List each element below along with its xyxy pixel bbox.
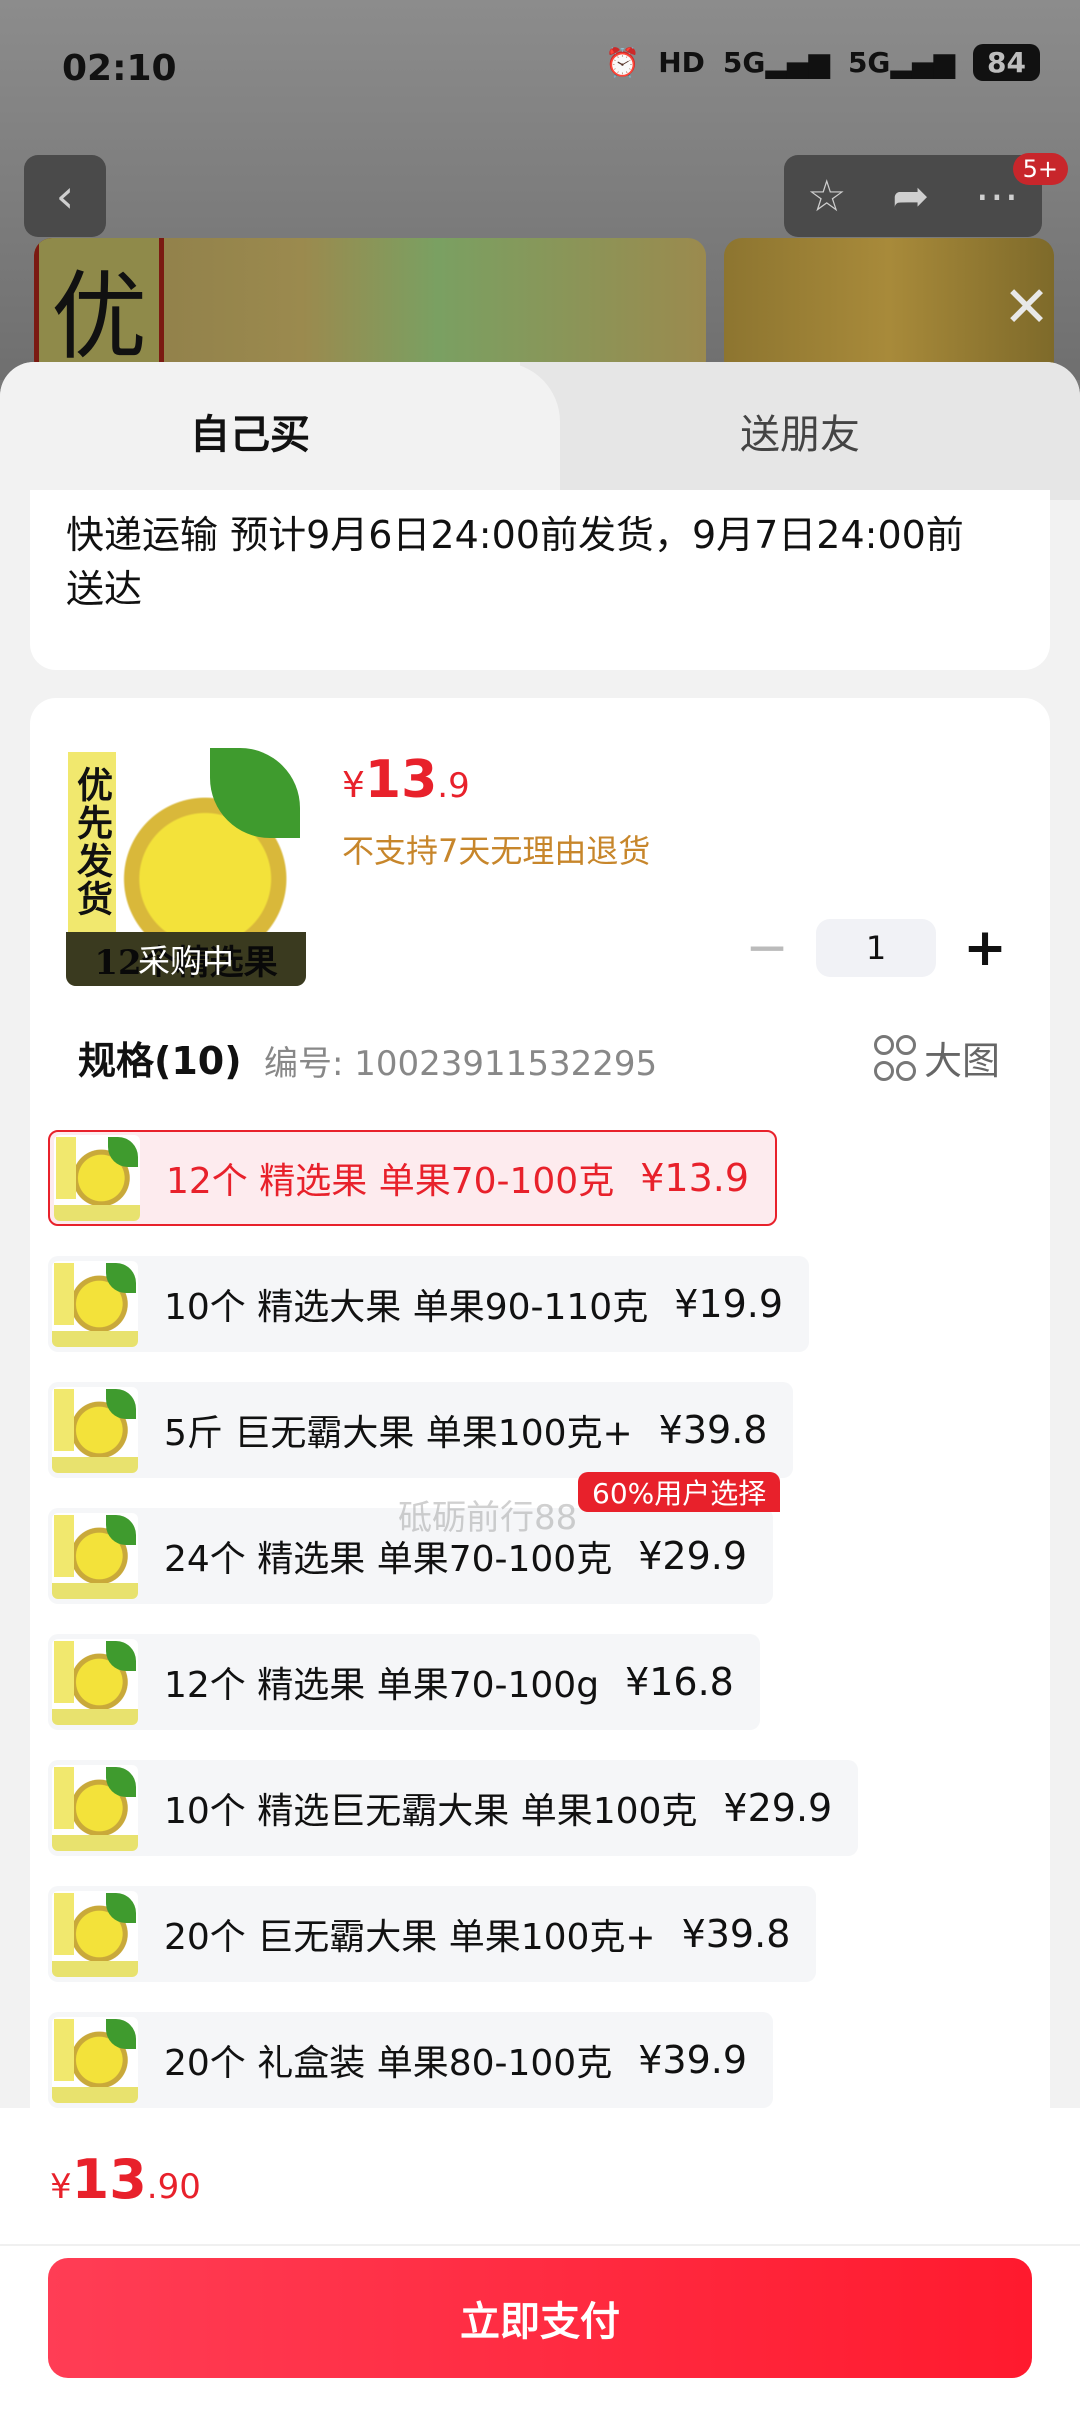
close-icon[interactable]: ✕: [1003, 275, 1050, 340]
spec-title: 规格(10): [78, 1039, 242, 1083]
option-label: 10个 精选巨无霸大果 单果100克: [164, 1791, 698, 1832]
option-thumbnail: [52, 1261, 138, 1347]
tab-buy-self[interactable]: 自己买: [0, 362, 560, 500]
hd-icon: HD: [658, 46, 705, 79]
more-icon[interactable]: ⋯: [975, 171, 1019, 222]
option-label: 12个 精选果 单果70-100g: [164, 1665, 600, 1706]
signal-5g-icon: 5G▂▄▆: [722, 46, 830, 79]
tab-gift-friend[interactable]: 送朋友: [520, 362, 1080, 500]
option-price: ¥29.9: [638, 1534, 748, 1578]
top-actions: ☆ ➦ ⋯: [784, 155, 1042, 237]
product-code: 编号: 10023911532295: [264, 1044, 658, 1084]
hero-image: 优: [34, 238, 706, 378]
option-thumbnail: [52, 1387, 138, 1473]
thumb-tag: 优先发货: [68, 752, 116, 932]
spec-option[interactable]: 20个 礼盒装 单果80-100克 ¥39.9: [48, 2012, 774, 2108]
checkout-bar: ¥13.90 立即支付: [0, 2108, 1080, 2412]
option-price: ¥39.9: [638, 2038, 748, 2082]
spec-option[interactable]: 5斤 巨无霸大果 单果100克+ ¥39.8: [48, 1382, 794, 1478]
option-price: ¥39.8: [658, 1408, 768, 1452]
watermark: 砥砺前行88: [398, 1498, 578, 1538]
total-price: ¥13.90: [50, 2148, 201, 2211]
popular-badge: 60%用户选择: [578, 1472, 781, 1512]
option-label: 20个 礼盒装 单果80-100克: [164, 2043, 613, 2084]
option-thumbnail: [52, 1639, 138, 1725]
notification-badge: 5+: [1012, 153, 1068, 185]
spec-option[interactable]: 20个 巨无霸大果 单果100克+ ¥39.8: [48, 1886, 817, 1982]
hero-tag: 优: [35, 238, 163, 378]
tab-bar: 送朋友 自己买: [0, 362, 1080, 500]
option-thumbnail: [52, 2017, 138, 2103]
star-icon[interactable]: ☆: [807, 171, 846, 222]
no-return-notice: 不支持7天无理由退货: [342, 832, 651, 870]
share-icon[interactable]: ➦: [892, 171, 929, 222]
shipping-card: 快递运输 预计9月6日24:00前发货，9月7日24:00前送达: [30, 490, 1050, 670]
quantity-field[interactable]: 1: [816, 919, 936, 977]
spec-option[interactable]: 12个 精选果 单果70-100g ¥16.8: [48, 1634, 760, 1730]
spec-option[interactable]: 12个 精选果 单果70-100克 ¥13.9: [48, 1130, 778, 1226]
option-price: ¥19.9: [674, 1282, 784, 1326]
chevron-left-icon: ‹: [55, 169, 75, 223]
option-label: 5斤 巨无霸大果 单果100克+: [164, 1413, 633, 1454]
option-thumbnail: [54, 1135, 140, 1221]
option-thumbnail: [52, 1513, 138, 1599]
option-label: 10个 精选大果 单果90-110克: [164, 1287, 649, 1328]
option-label: 12个 精选果 单果70-100克: [166, 1161, 615, 1202]
option-thumbnail: [52, 1891, 138, 1977]
option-price: ¥13.9: [640, 1156, 750, 1200]
spec-option[interactable]: 10个 精选巨无霸大果 单果100克 ¥29.9: [48, 1760, 859, 1856]
status-icons: ⏰ HD 5G▂▄▆ 5G▂▄▆ 84: [605, 44, 1040, 81]
shipping-text: 快递运输 预计9月6日24:00前发货，9月7日24:00前送达: [66, 513, 964, 611]
purchase-sheet: 送朋友 自己买 快递运输 预计9月6日24:00前发货，9月7日24:00前送达…: [0, 362, 1080, 2412]
alarm-icon: ⏰: [605, 46, 641, 79]
option-price: ¥29.9: [723, 1786, 833, 1830]
battery-icon: 84: [973, 44, 1040, 81]
product-thumbnail[interactable]: 优先发货 12个精选果 采购中: [66, 748, 306, 986]
pay-now-button[interactable]: 立即支付: [48, 2258, 1032, 2378]
option-label: 20个 巨无霸大果 单果100克+: [164, 1917, 656, 1958]
plus-button[interactable]: +: [960, 918, 1010, 978]
divider: [0, 2244, 1080, 2246]
option-thumbnail: [52, 1765, 138, 1851]
signal-5g-icon: 5G▂▄▆: [847, 46, 956, 79]
status-time: 02:10: [62, 48, 177, 89]
minus-button[interactable]: −: [742, 918, 792, 978]
thumb-overlay: 采购中: [66, 932, 306, 986]
big-image-button[interactable]: 大图: [873, 1030, 1000, 1085]
spec-option[interactable]: 10个 精选大果 单果90-110克 ¥19.9: [48, 1256, 810, 1352]
product-price: ¥13.9: [342, 750, 470, 810]
back-button[interactable]: ‹: [24, 155, 106, 237]
option-price: ¥16.8: [625, 1660, 734, 1704]
grid-icon: [873, 1034, 916, 1081]
quantity-stepper: − 1 +: [742, 918, 1010, 978]
option-price: ¥39.8: [681, 1912, 791, 1956]
status-bar: 02:10 ⏰ HD 5G▂▄▆ 5G▂▄▆ 84: [0, 0, 1080, 140]
